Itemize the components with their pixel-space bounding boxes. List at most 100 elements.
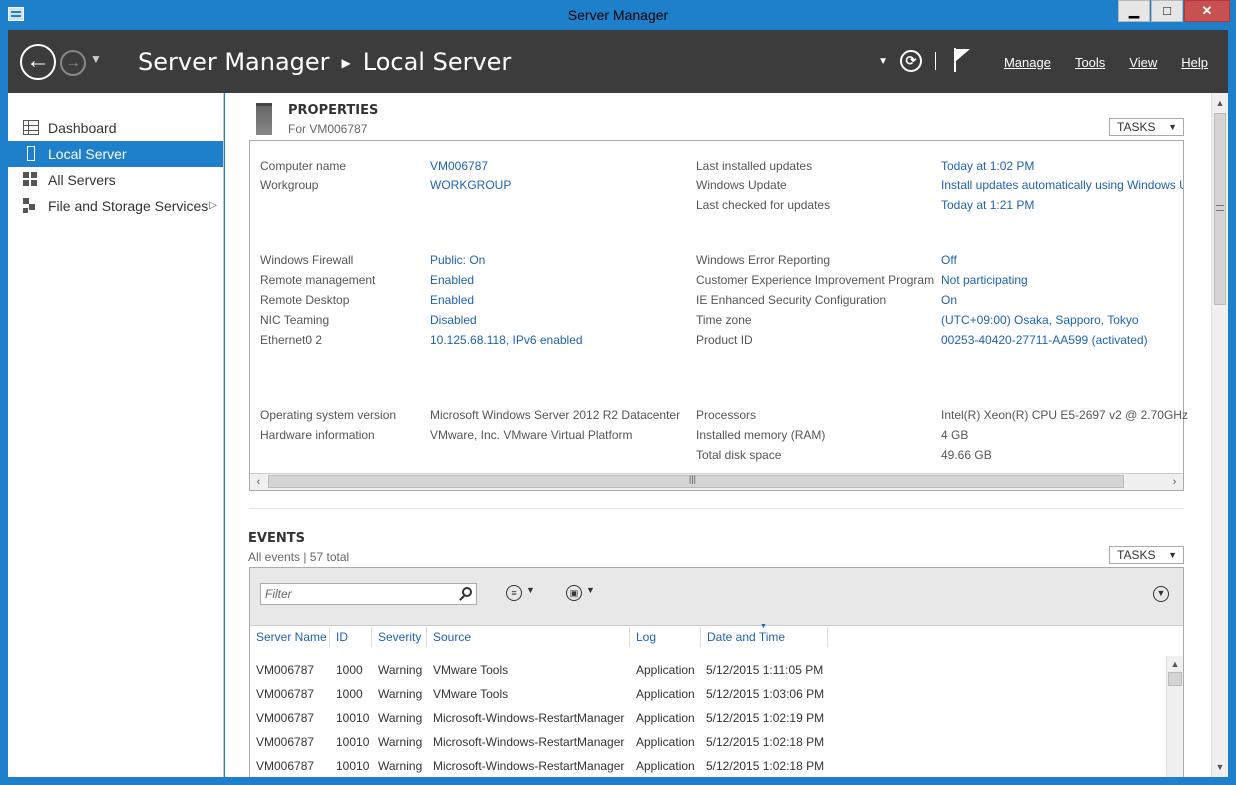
prop-label: Windows Error Reporting [696, 253, 831, 267]
list-options-button[interactable]: ≡ ▼ [506, 585, 542, 603]
prop-label: Windows Firewall [260, 253, 354, 267]
minimize-button[interactable]: ▁ [1118, 0, 1150, 22]
prop-label: Hardware information [260, 428, 375, 442]
column-date-time[interactable]: Date and Time [701, 627, 828, 647]
sidebar-item-dashboard[interactable]: Dashboard [8, 115, 223, 141]
events-title: EVENTS [248, 531, 305, 546]
properties-horizontal-scrollbar[interactable]: ‹ ||| › [250, 473, 1183, 490]
prop-product-id-link[interactable]: 00253-40420-27711-AA599 (activated) [941, 333, 1148, 347]
menu-help[interactable]: Help [1181, 55, 1208, 70]
sidebar-item-file-storage[interactable]: File and Storage Services ▷ [8, 193, 223, 219]
nav-history-dropdown-icon[interactable]: ▼ [90, 52, 102, 66]
sort-descending-icon: ▼ [760, 623, 767, 630]
prop-label: Operating system version [260, 408, 397, 422]
scroll-grip [1216, 205, 1224, 211]
sidebar-item-label: File and Storage Services [48, 198, 209, 214]
prop-windows-update-link[interactable]: Install updates automatically using Wind… [941, 178, 1183, 192]
prop-workgroup-link[interactable]: WORKGROUP [430, 178, 511, 192]
column-log[interactable]: Log [630, 627, 701, 647]
cell-log: Application [636, 711, 695, 725]
notifications-flag-icon[interactable] [952, 48, 972, 72]
sidebar-item-label: All Servers [48, 172, 116, 188]
refresh-dropdown-icon[interactable]: ▼ [878, 56, 888, 67]
cell-date-time: 5/12/2015 1:11:05 PM [706, 663, 824, 677]
maximize-button[interactable]: □ [1151, 0, 1183, 22]
prop-label: Remote Desktop [260, 293, 350, 307]
cell-source: Microsoft-Windows-RestartManager [433, 711, 625, 725]
column-id[interactable]: ID [330, 627, 372, 647]
save-query-button[interactable]: ▣ ▼ [566, 585, 602, 603]
window-titlebar[interactable]: Server Manager ▁ □ ✕ [0, 0, 1236, 30]
prop-disk-space: 49.66 GB [941, 448, 992, 462]
server-icon [256, 103, 272, 135]
events-tasks-button[interactable]: TASKS [1109, 546, 1184, 564]
scroll-thumb[interactable] [1168, 672, 1182, 686]
properties-title: PROPERTIES [288, 103, 379, 118]
prop-error-reporting-link[interactable]: Off [941, 253, 957, 267]
cell-log: Application [636, 663, 695, 677]
prop-label: Remote management [260, 273, 376, 287]
sidebar-item-label: Dashboard [48, 120, 117, 136]
scroll-thumb[interactable]: ||| [268, 474, 1124, 488]
properties-tasks-button[interactable]: TASKS [1109, 118, 1184, 136]
prop-firewall-link[interactable]: Public: On [430, 253, 485, 267]
expand-collapse-icon[interactable]: ▼ [1153, 586, 1169, 602]
main-vertical-scrollbar[interactable]: ▲ ▼ [1211, 93, 1228, 777]
column-severity[interactable]: Severity [372, 627, 427, 647]
breadcrumb-current: Local Server [362, 48, 512, 76]
prop-remote-desktop-link[interactable]: Enabled [430, 293, 474, 307]
list-icon: ≡ [506, 585, 522, 601]
prop-remote-management-link[interactable]: Enabled [430, 273, 474, 287]
back-arrow-icon[interactable]: ← [20, 44, 56, 80]
prop-label: Total disk space [696, 448, 782, 462]
cell-id: 1000 [336, 687, 363, 701]
scroll-left-arrow-icon[interactable]: ‹ [250, 474, 267, 490]
cell-severity: Warning [378, 735, 423, 749]
prop-ethernet-link[interactable]: 10.125.68.118, IPv6 enabled [430, 333, 583, 347]
prop-label: Customer Experience Improvement Program [696, 273, 935, 287]
prop-last-checked-link[interactable]: Today at 1:21 PM [941, 198, 1034, 212]
expand-arrow-icon[interactable]: ▷ [209, 193, 217, 219]
cell-server: VM006787 [256, 735, 315, 749]
window-controls: ▁ □ ✕ [1117, 0, 1230, 22]
column-source[interactable]: Source [427, 627, 630, 647]
sidebar-item-all-servers[interactable]: All Servers [8, 167, 223, 193]
file-storage-icon [23, 198, 39, 213]
close-button[interactable]: ✕ [1184, 0, 1230, 22]
breadcrumb-separator-icon: ▶ [341, 56, 351, 70]
main-content: PROPERTIES For VM006787 TASKS Computer n… [225, 93, 1211, 777]
search-icon[interactable] [462, 587, 472, 597]
scroll-up-arrow-icon[interactable]: ▲ [1212, 95, 1228, 111]
scroll-right-arrow-icon[interactable]: › [1166, 474, 1183, 490]
sidebar: Dashboard Local Server All Servers File … [8, 93, 224, 777]
table-row[interactable]: VM006787 1000 Warning VMware Tools Appli… [250, 658, 1165, 682]
menu-view[interactable]: View [1129, 55, 1157, 70]
prop-nic-teaming-link[interactable]: Disabled [430, 313, 477, 327]
menu-tools[interactable]: Tools [1075, 55, 1105, 70]
cell-id: 1000 [336, 663, 363, 677]
table-row[interactable]: VM006787 1000 Warning VMware Tools Appli… [250, 682, 1165, 706]
cell-id: 10010 [336, 711, 370, 725]
forward-arrow-icon[interactable]: → [60, 50, 86, 76]
cell-date-time: 5/12/2015 1:03:06 PM [706, 687, 825, 701]
cell-server: VM006787 [256, 759, 315, 773]
table-row[interactable]: VM006787 10010 Warning Microsoft-Windows… [250, 730, 1165, 754]
cell-server: VM006787 [256, 687, 315, 701]
scroll-up-arrow-icon[interactable]: ▲ [1167, 656, 1183, 672]
menu-manage[interactable]: Manage [1004, 55, 1051, 70]
cell-date-time: 5/12/2015 1:02:19 PM [706, 711, 825, 725]
prop-last-installed-link[interactable]: Today at 1:02 PM [941, 159, 1034, 173]
sidebar-item-local-server[interactable]: Local Server [8, 141, 223, 167]
table-row[interactable]: VM006787 10010 Warning Microsoft-Windows… [250, 754, 1165, 777]
prop-time-zone-link[interactable]: (UTC+09:00) Osaka, Sapporo, Tokyo [941, 313, 1139, 327]
scroll-down-arrow-icon[interactable]: ▼ [1212, 759, 1228, 775]
breadcrumb-root[interactable]: Server Manager [138, 48, 330, 76]
column-server-name[interactable]: Server Name [250, 627, 330, 647]
events-filter-input[interactable]: Filter [260, 583, 477, 605]
prop-ie-esc-link[interactable]: On [941, 293, 957, 307]
events-vertical-scrollbar[interactable]: ▲ [1166, 656, 1183, 777]
table-row[interactable]: VM006787 10010 Warning Microsoft-Windows… [250, 706, 1165, 730]
refresh-icon[interactable]: ⟳ [900, 50, 922, 72]
prop-computer-name-link[interactable]: VM006787 [430, 159, 488, 173]
prop-ceip-link[interactable]: Not participating [941, 273, 1028, 287]
